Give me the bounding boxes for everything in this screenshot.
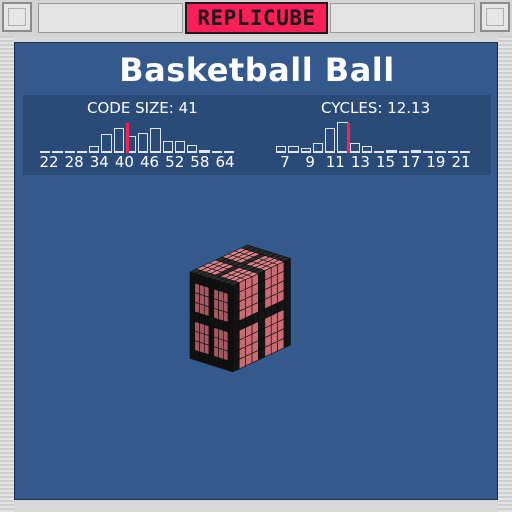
histogram-bar [89, 146, 100, 153]
title-bar-filler-right [330, 3, 475, 33]
axis-tick-label: 58 [190, 153, 210, 171]
histogram-bar [276, 146, 287, 153]
title-bar-filler-left [38, 3, 183, 33]
title-bar: REPLICUBE [0, 0, 512, 37]
histogram-bar [312, 142, 323, 153]
axis-tick-label: 34 [89, 153, 109, 171]
app-title: REPLICUBE [185, 2, 328, 34]
menu-button[interactable] [2, 2, 32, 32]
axis-tick-label: 40 [114, 153, 134, 171]
axis-tick-label: 7 [280, 153, 290, 171]
current-value-marker [126, 123, 130, 153]
current-value-marker [346, 123, 350, 153]
histogram-bar [162, 141, 173, 153]
code-size-label: CODE SIZE: 41 [87, 99, 198, 117]
histogram-bar [138, 132, 149, 153]
histogram-bar [150, 127, 161, 153]
axis-tick-label: 46 [140, 153, 160, 171]
close-button[interactable] [480, 2, 510, 32]
voxel-cube-icon [189, 244, 292, 373]
axis-tick-label: 9 [305, 153, 315, 171]
stats-panel: CODE SIZE: 41 22 28 34 40 46 52 58 64 CYCLES: 1… [23, 95, 491, 175]
histogram-bar [187, 144, 198, 153]
histogram-bar [349, 142, 360, 153]
cycles-label: CYCLES: 12.13 [321, 99, 431, 117]
puzzle-title: Basketball Ball [119, 51, 395, 89]
histogram-bar [174, 141, 185, 153]
axis-tick-label: 21 [451, 153, 471, 171]
axis-tick-label: 13 [350, 153, 370, 171]
axis-tick-label: 64 [215, 153, 235, 171]
axis-tick-label: 11 [325, 153, 345, 171]
axis-tick-label: 15 [376, 153, 396, 171]
axis-tick-label: 28 [64, 153, 84, 171]
histogram-bar [113, 127, 124, 153]
histogram-bar [288, 146, 299, 153]
axis-tick-label: 52 [165, 153, 185, 171]
cycles-histogram [275, 117, 471, 153]
axis-tick-label: 19 [426, 153, 446, 171]
histogram-bar [337, 122, 348, 153]
histogram-bar [101, 134, 112, 153]
code-size-histogram [39, 117, 235, 153]
histogram-bar [325, 127, 336, 153]
axis-tick-label: 22 [39, 153, 59, 171]
axis-tick-label: 17 [401, 153, 421, 171]
histogram-bar [361, 146, 372, 153]
